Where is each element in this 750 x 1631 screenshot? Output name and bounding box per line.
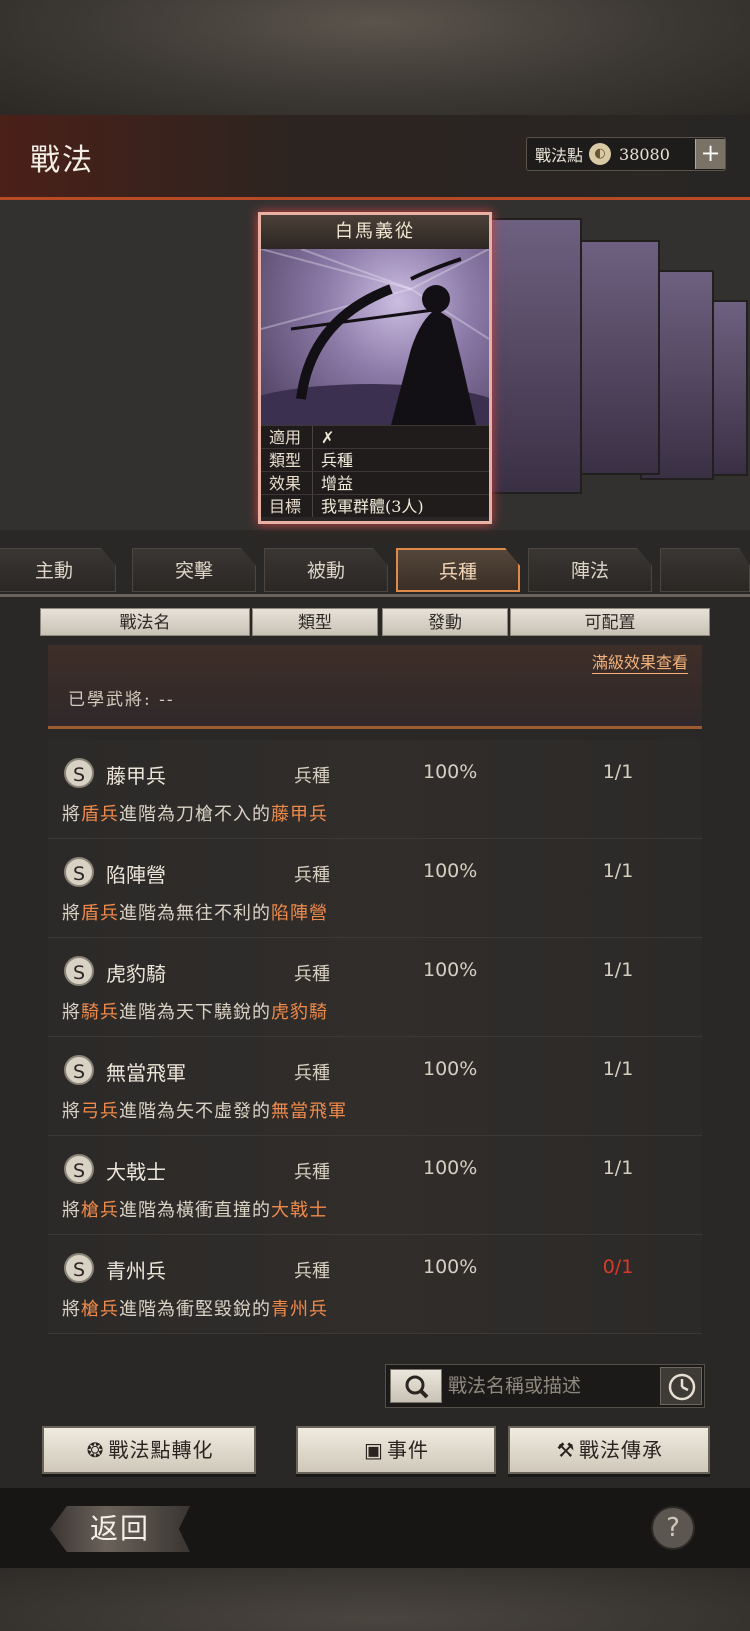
tactic-desc: 將騎兵進階為天下驍銳的虎豹騎 — [62, 1002, 328, 1023]
search-input[interactable] — [448, 1368, 648, 1404]
tactic-name: 虎豹騎 — [106, 962, 166, 986]
search-icon — [405, 1375, 429, 1399]
card-attr-type: 類型 兵種 — [261, 448, 489, 471]
tactic-points-box: 戰法點 ◐ 38080 + — [526, 137, 726, 171]
tactic-rate: 100% — [423, 1157, 478, 1179]
tab-more[interactable] — [660, 548, 750, 592]
tactic-rate: 100% — [423, 959, 478, 981]
tactic-type: 兵種 — [294, 1261, 330, 1282]
tactic-desc: 將盾兵進階為刀槍不入的藤甲兵 — [62, 804, 328, 825]
flame-icon: ❂ — [86, 1438, 105, 1462]
help-button[interactable]: ? — [651, 1506, 695, 1550]
history-button[interactable] — [660, 1367, 702, 1405]
grade-badge: S — [64, 857, 94, 887]
tab-divider — [0, 594, 750, 597]
tactic-config: 0/1 — [602, 1256, 634, 1278]
grade-badge: S — [64, 1253, 94, 1283]
card-name: 白馬義從 — [261, 215, 489, 249]
selected-tactic-card[interactable]: 白馬義從 適用 ✗ 類型 兵種 效果 增益 目標 我軍群體(3人) — [258, 212, 492, 524]
tactic-rate: 100% — [423, 1058, 478, 1080]
inherit-tactic-button[interactable]: ⚒ 戰法傳承 — [508, 1426, 710, 1474]
col-header-type[interactable]: 類型 — [252, 608, 378, 636]
list-item[interactable]: S 無當飛軍 兵種 100% 1/1 將弓兵進階為矢不虛發的無當飛軍 — [48, 1037, 702, 1136]
convert-points-button[interactable]: ❂ 戰法點轉化 — [42, 1426, 256, 1474]
bottom-decoration — [0, 1568, 750, 1631]
tactic-name: 陷陣營 — [106, 863, 166, 887]
tactic-config: 1/1 — [602, 1058, 634, 1080]
learned-generals: 已學武將: -- — [68, 690, 175, 710]
tactic-config: 1/1 — [602, 959, 634, 981]
tactic-name: 青州兵 — [106, 1259, 166, 1283]
event-button[interactable]: ▣ 事件 — [296, 1426, 496, 1474]
grade-badge: S — [64, 758, 94, 788]
points-coin-icon: ◐ — [589, 143, 612, 165]
tab-assault[interactable]: 突擊 — [132, 548, 256, 592]
list-item[interactable]: S 陷陣營 兵種 100% 1/1 將盾兵進階為無往不利的陷陣營 — [48, 839, 702, 938]
max-level-effect-link[interactable]: 滿級效果查看 — [591, 649, 688, 674]
tactic-type: 兵種 — [294, 865, 330, 886]
list-item[interactable]: S 青州兵 兵種 100% 0/1 將槍兵進階為衝堅毀銳的青州兵 — [48, 1235, 702, 1334]
tactic-desc: 將盾兵進階為無往不利的陷陣營 — [62, 903, 328, 924]
column-headers: 戰法名 類型 發動 可配置 — [40, 608, 710, 636]
tactic-type: 兵種 — [294, 964, 330, 985]
tactic-config: 1/1 — [602, 761, 634, 783]
col-header-name[interactable]: 戰法名 — [40, 608, 250, 636]
col-header-configurable[interactable]: 可配置 — [510, 608, 710, 636]
tactic-type: 兵種 — [294, 766, 330, 787]
tactic-list: S 藤甲兵 兵種 100% 1/1 將盾兵進階為刀槍不入的藤甲兵 S 陷陣營 兵… — [48, 740, 702, 1334]
tactic-desc: 將槍兵進階為橫衝直撞的大戟士 — [62, 1200, 328, 1221]
list-item[interactable]: S 虎豹騎 兵種 100% 1/1 將騎兵進階為天下驍銳的虎豹騎 — [48, 938, 702, 1037]
card-attr-apply: 適用 ✗ — [261, 425, 489, 448]
card-carousel[interactable]: 白馬義從 適用 ✗ 類型 兵種 效果 增益 目標 我軍群體(3人) — [0, 200, 750, 530]
clock-icon — [668, 1373, 696, 1401]
tab-active-skill[interactable]: 主動 — [0, 548, 116, 592]
tactic-name: 無當飛軍 — [106, 1061, 186, 1085]
tactic-type: 兵種 — [294, 1063, 330, 1084]
list-item[interactable]: S 藤甲兵 兵種 100% 1/1 將盾兵進階為刀槍不入的藤甲兵 — [48, 740, 702, 839]
top-decoration — [0, 0, 750, 115]
tactic-detail-strip: 滿級效果查看 已學武將: -- — [48, 645, 702, 729]
tactic-type: 兵種 — [294, 1162, 330, 1183]
tactic-rate: 100% — [423, 860, 478, 882]
search-bar — [385, 1364, 705, 1408]
tactic-config: 1/1 — [602, 1157, 634, 1179]
card-art-archer — [261, 249, 489, 425]
page-title: 戰法 — [30, 143, 94, 178]
footer-bar: 返回 ? — [0, 1488, 750, 1568]
back-card-1[interactable] — [490, 218, 582, 494]
tactic-config: 1/1 — [602, 860, 634, 882]
tab-troop-type[interactable]: 兵種 — [396, 548, 520, 592]
search-button[interactable] — [390, 1369, 442, 1403]
grade-badge: S — [64, 956, 94, 986]
hammer-icon: ⚒ — [556, 1438, 576, 1462]
card-attr-effect: 效果 增益 — [261, 471, 489, 494]
tactic-tabs: 主動 突擊 被動 兵種 陣法 — [0, 548, 750, 596]
tactic-rate: 100% — [423, 1256, 478, 1278]
tactic-name: 大戟士 — [106, 1160, 166, 1184]
grade-badge: S — [64, 1055, 94, 1085]
tactic-desc: 將弓兵進階為矢不虛發的無當飛軍 — [62, 1101, 347, 1122]
card-attr-target: 目標 我軍群體(3人) — [261, 494, 489, 517]
list-item[interactable]: S 大戟士 兵種 100% 1/1 將槍兵進階為橫衝直撞的大戟士 — [48, 1136, 702, 1235]
tactic-desc: 將槍兵進階為衝堅毀銳的青州兵 — [62, 1299, 328, 1320]
add-points-button[interactable]: + — [695, 139, 725, 169]
tab-passive[interactable]: 被動 — [264, 548, 388, 592]
grade-badge: S — [64, 1154, 94, 1184]
event-icon: ▣ — [364, 1438, 384, 1462]
bow-icon: ✗ — [321, 428, 335, 447]
header-bar: 戰法 戰法點 ◐ 38080 + — [0, 115, 750, 200]
tab-formation[interactable]: 陣法 — [528, 548, 652, 592]
points-value: 38080 — [619, 144, 670, 164]
back-card-2[interactable] — [570, 240, 660, 475]
tactic-name: 藤甲兵 — [106, 764, 166, 788]
col-header-activation[interactable]: 發動 — [382, 608, 508, 636]
points-label: 戰法點 — [535, 146, 584, 165]
back-button[interactable]: 返回 — [50, 1506, 190, 1552]
tactic-rate: 100% — [423, 761, 478, 783]
